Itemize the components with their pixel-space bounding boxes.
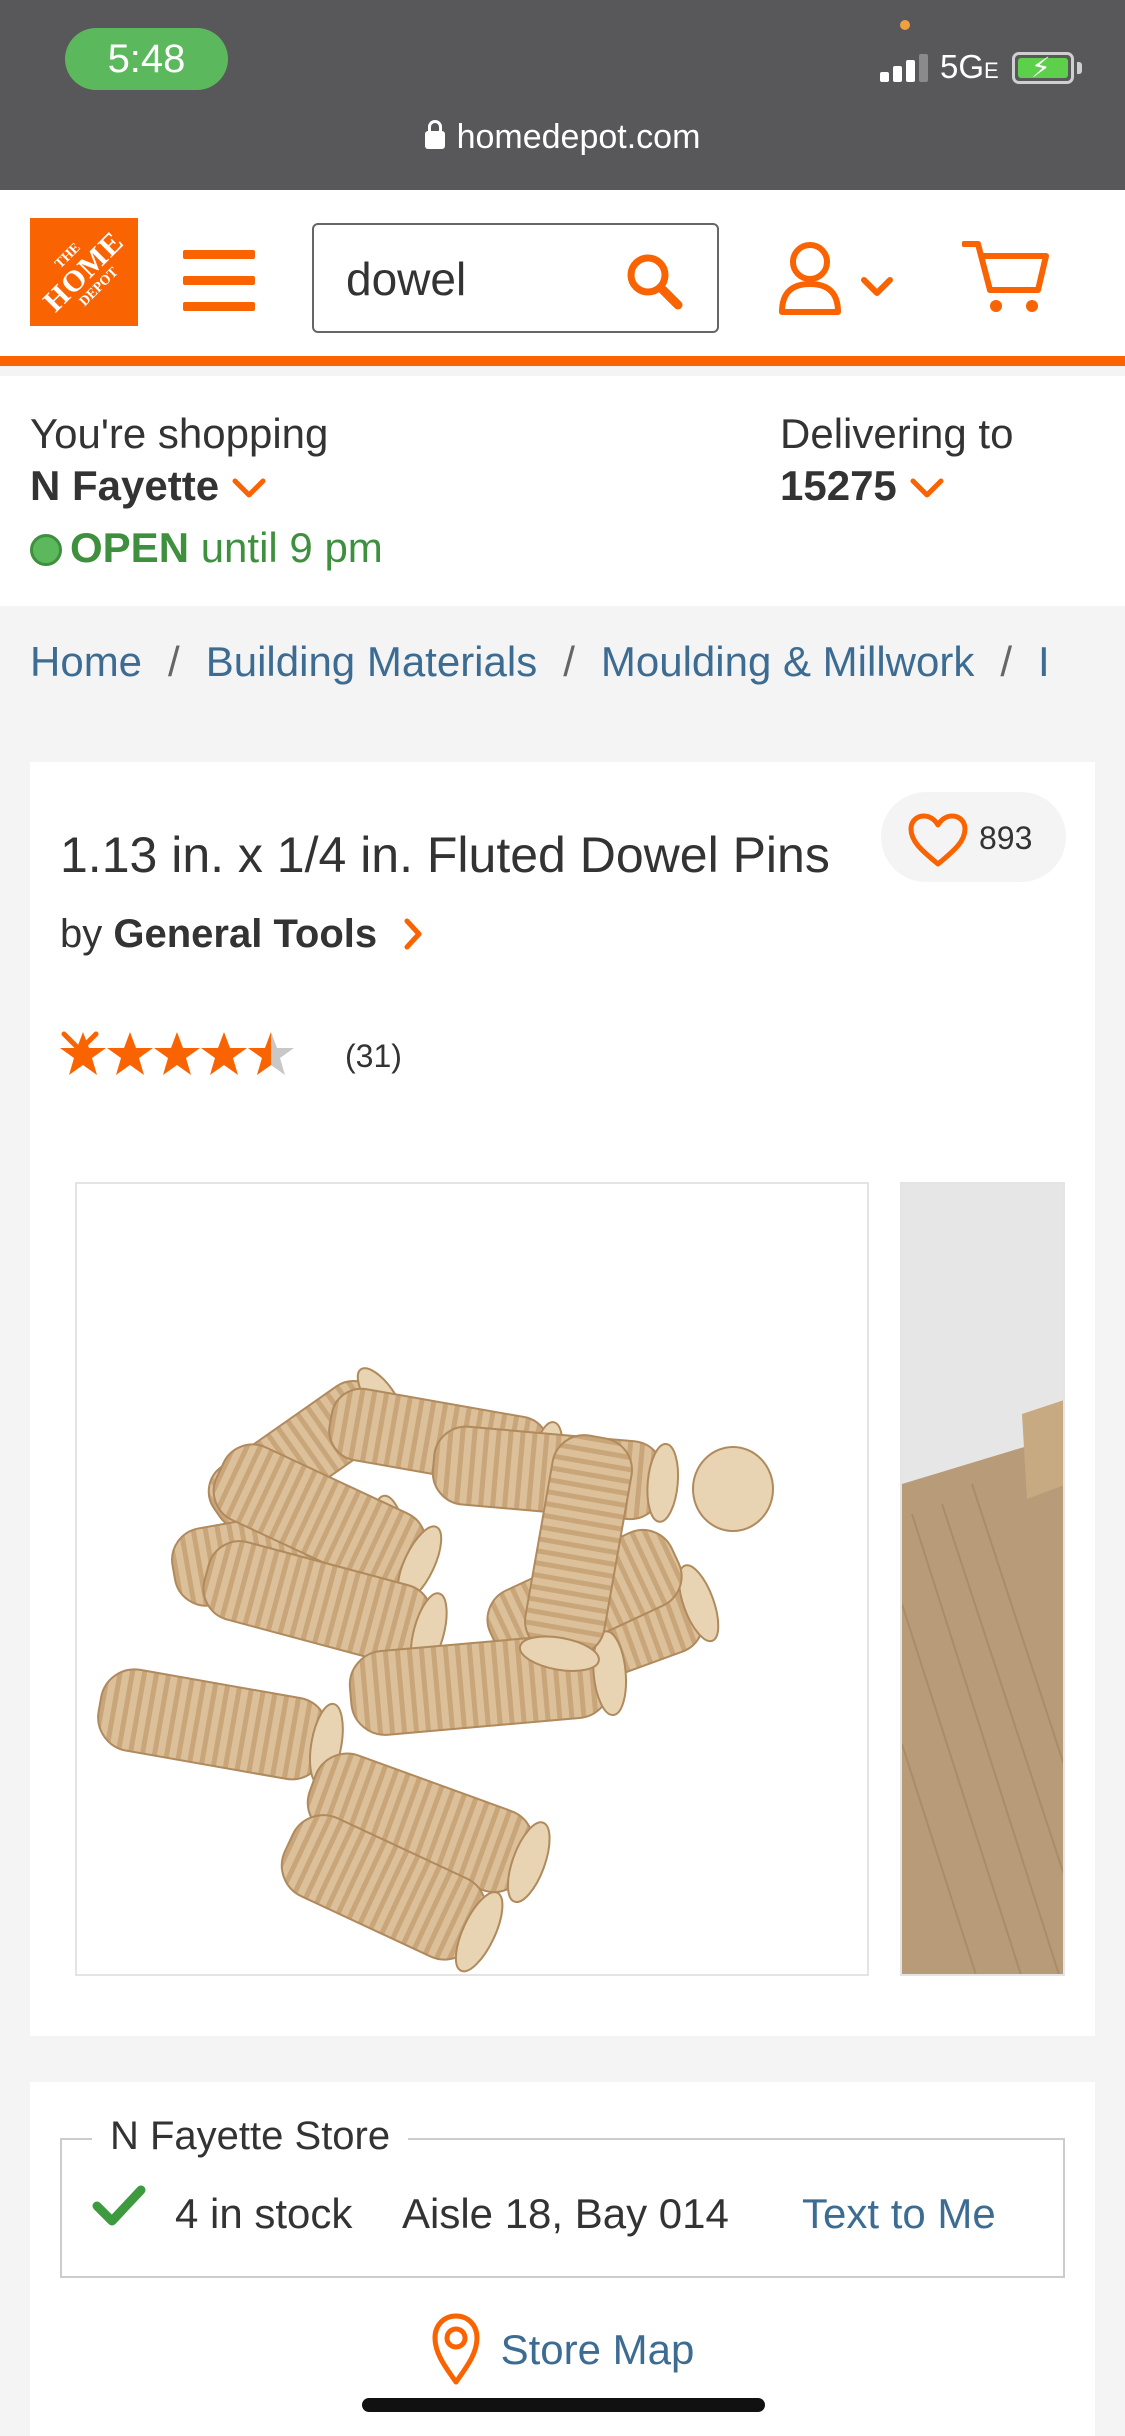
cell-signal-icon [880,52,932,82]
cart-button[interactable] [961,238,1052,323]
menu-icon[interactable] [183,250,255,312]
stock-quantity: 4 in stock [175,2190,353,2237]
heart-icon [908,813,968,867]
store-bar: You're shopping N Fayette OPEN until 9 p… [0,376,1125,606]
stock-box: N Fayette Store 4 in stock Aisle 18, Bay… [60,2114,1065,2278]
breadcrumb-home[interactable]: Home [30,638,142,685]
review-count: (31) [345,1038,402,1074]
status-bar: 5:48 5GE ⚡ homedepot.com [0,0,1125,190]
product-image[interactable] [75,1182,869,1976]
open-status: OPEN [70,524,190,571]
breadcrumb-separator: / [563,638,575,685]
site-header: THE HOME DEPOT [0,190,1125,366]
delivering-label: Delivering to [780,410,1014,457]
breadcrumb: Home / Building Materials / Moulding & Millw… [30,638,1125,694]
search-box[interactable] [312,223,719,333]
product-image-next[interactable] [900,1182,1065,1976]
store-label: N Fayette Store [92,2114,409,2159]
url-bar[interactable]: homedepot.com [0,118,1125,157]
chevron-right-icon [404,918,422,950]
open-status-icon [30,534,62,566]
dowel-pins-image [97,1367,774,1973]
shopping-label: You're shopping [30,410,329,457]
check-icon [92,2185,146,2226]
product-card: 1.13 in. x 1/4 in. Fluted Dowel Pins 893… [30,762,1095,2036]
search-input[interactable] [344,250,604,308]
store-map-link[interactable]: Store Map [30,2312,1095,2386]
store-hours: OPEN until 9 pm [30,524,383,572]
store-map-label: Store Map [500,2326,695,2373]
map-pin-icon [432,2313,480,2385]
favorites-count: 893 [979,820,1033,856]
text-to-me-link[interactable]: Text to Me [802,2190,996,2238]
zip-selector[interactable]: 15275 [780,462,945,510]
account-icon[interactable] [776,240,906,320]
home-indicator[interactable] [362,2398,765,2412]
breadcrumb-moulding-millwork[interactable]: Moulding & Millwork [601,638,974,685]
breadcrumb-next[interactable]: I [1038,638,1050,685]
brand-name: General Tools [113,912,378,956]
brand-link[interactable]: by General Tools [60,912,424,957]
wood-joint-image [902,1184,1063,1974]
status-time: 5:48 [65,28,228,90]
url-text: homedepot.com [456,118,701,156]
account-button[interactable] [776,240,906,325]
chevron-down-icon [232,478,266,498]
cart-icon[interactable] [961,238,1052,318]
network-type: 5GE [940,48,999,85]
open-hours: until 9 pm [200,524,383,571]
search-icon[interactable] [624,251,684,311]
store-name: N Fayette [30,462,220,509]
breadcrumb-separator: / [1000,638,1013,685]
battery-tip [1077,62,1082,74]
breadcrumb-building-materials[interactable]: Building Materials [206,638,538,685]
battery-icon: ⚡ [1012,52,1074,84]
store-availability-card: N Fayette Store 4 in stock Aisle 18, Bay… [30,2082,1095,2436]
delivery-zip: 15275 [780,462,897,509]
lock-icon [424,120,445,149]
product-title: 1.13 in. x 1/4 in. Fluted Dowel Pins [60,827,830,883]
camera-indicator-icon [900,20,910,30]
chevron-down-icon [61,1031,99,1053]
aisle-location: Aisle 18, Bay 014 [402,2190,729,2237]
breadcrumb-separator: / [168,638,180,685]
chevron-down-icon [910,478,944,498]
store-selector[interactable]: N Fayette [30,462,267,510]
favorite-button[interactable]: 893 [881,792,1066,882]
home-depot-logo[interactable]: THE HOME DEPOT [30,218,138,326]
